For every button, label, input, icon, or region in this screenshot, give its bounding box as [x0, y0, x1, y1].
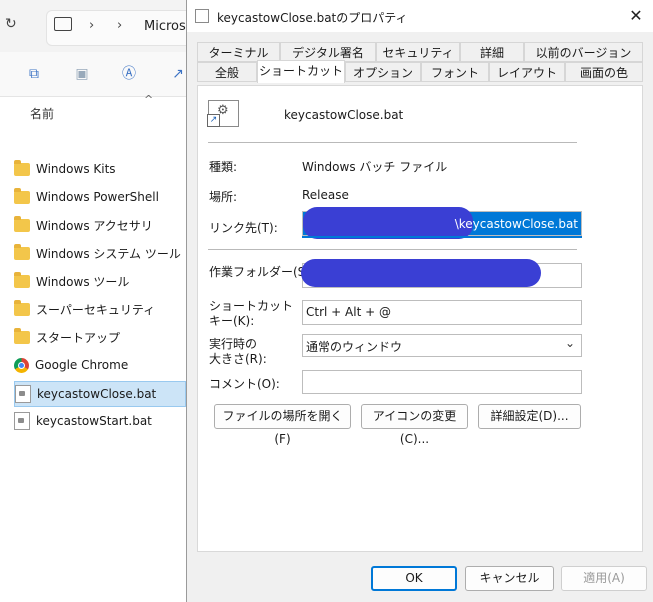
list-item[interactable]: Windows PowerShell [14, 185, 184, 209]
chevron-right-icon: › [89, 18, 95, 33]
run-size-value: 通常のウィンドウ [306, 340, 403, 354]
tab-layout[interactable]: レイアウト [489, 62, 565, 82]
tab-details[interactable]: 詳細 [460, 42, 524, 62]
list-item-label: keycastowClose.bat [37, 387, 157, 401]
separator [208, 249, 577, 250]
chrome-icon [14, 357, 29, 373]
list-item-label: Windows PowerShell [36, 190, 159, 204]
target-value: \keycastowClose.bat [454, 217, 578, 231]
list-item[interactable]: スタートアップ [14, 325, 184, 349]
location-value: Release [302, 188, 349, 202]
tab-colors[interactable]: 画面の色 [565, 62, 643, 82]
list-item[interactable]: Windows システム ツール [14, 241, 184, 265]
redaction-scribble [301, 259, 541, 287]
cancel-button[interactable]: キャンセル [465, 566, 554, 591]
tab-security[interactable]: セキュリティ [376, 42, 460, 62]
folder-icon [14, 159, 30, 176]
location-label: 場所: [209, 190, 238, 204]
chevron-down-icon: ⌄ [564, 336, 575, 350]
list-item[interactable]: Windows ツール [14, 269, 184, 293]
advanced-button[interactable]: 詳細設定(D)... [478, 404, 581, 429]
separator [208, 142, 577, 143]
rename-icon[interactable]: Ⓐ [121, 66, 137, 82]
run-size-select[interactable]: 通常のウィンドウ ⌄ [302, 334, 582, 357]
comment-input[interactable] [302, 370, 582, 394]
target-label: リンク先(T): [209, 221, 278, 235]
tab-shortcut[interactable]: ショートカット [257, 60, 345, 83]
target-input[interactable]: \keycastowClose.bat [302, 207, 582, 239]
change-icon-button[interactable]: アイコンの変更(C)... [361, 404, 468, 446]
hotkey-input[interactable]: Ctrl + Alt + @ [302, 300, 582, 325]
chevron-right-icon: › [117, 18, 123, 33]
paste-icon[interactable]: ▣ [74, 66, 90, 82]
list-item[interactable]: Windows アクセサリ [14, 213, 184, 237]
refresh-icon[interactable]: ↻ [5, 16, 17, 32]
list-item-label: Windows Kits [36, 162, 116, 176]
tab-previous-versions[interactable]: 以前のバージョン [524, 42, 643, 62]
comment-label: コメント(O): [209, 377, 280, 391]
list-item-label: Windows ツール [36, 274, 130, 289]
list-item-label: スタートアップ [36, 330, 121, 345]
apply-button[interactable]: 適用(A) [561, 566, 647, 591]
workdir-input[interactable] [301, 259, 582, 288]
focus-underline [302, 236, 582, 238]
explorer-titlebar: ↻ › Microsoft › [0, 0, 203, 52]
list-item[interactable]: Google Chrome [14, 353, 184, 377]
shortcut-arrow-icon: ↗ [207, 114, 220, 127]
folder-icon [14, 187, 30, 204]
share-icon[interactable]: ↗ [170, 66, 186, 82]
dialog-titlebar[interactable]: keycastowClose.batのプロパティ ✕ [187, 0, 653, 32]
folder-icon [14, 271, 30, 288]
redaction-scribble [303, 207, 473, 239]
bat-file-icon [14, 412, 30, 430]
ok-button[interactable]: OK [371, 566, 457, 591]
close-icon[interactable]: ✕ [623, 4, 649, 28]
folder-icon [14, 243, 30, 260]
file-name: keycastowClose.bat [284, 108, 404, 122]
address-bar[interactable]: › Microsoft › [46, 10, 203, 46]
list-item-label: Google Chrome [35, 358, 129, 372]
copy-icon[interactable]: ⧉ [26, 66, 42, 82]
shortcut-tab-panel: ⚙ ↗ keycastowClose.bat 種類: Windows バッチ フ… [197, 85, 643, 552]
tab-digital-signature[interactable]: デジタル署名 [280, 42, 376, 62]
tab-font[interactable]: フォント [421, 62, 489, 82]
properties-dialog: keycastowClose.batのプロパティ ✕ ターミナル デジタル署名 … [186, 0, 653, 602]
file-list: 名前 ^ Windows Kits Windows PowerShell Win… [0, 93, 186, 602]
bat-file-icon [195, 9, 209, 23]
folder-icon [14, 215, 30, 232]
type-label: 種類: [209, 160, 238, 174]
tab-options[interactable]: オプション [345, 62, 421, 82]
list-item-label: keycastowStart.bat [36, 414, 152, 428]
tab-general[interactable]: 全般 [197, 62, 257, 82]
open-file-location-button[interactable]: ファイルの場所を開く(F) [214, 404, 351, 446]
sort-chevron-icon: ^ [144, 93, 154, 106]
hotkey-label-line2: キー(K): [209, 314, 255, 328]
type-value: Windows バッチ ファイル [302, 160, 448, 174]
list-item-label: Windows アクセサリ [36, 218, 153, 233]
list-item-label: スーパーセキュリティ [36, 302, 156, 317]
column-header-name[interactable]: 名前 [30, 105, 54, 122]
folder-icon [14, 299, 30, 316]
tab-terminal[interactable]: ターミナル [197, 42, 280, 62]
run-size-label-line2: 大きさ(R): [209, 352, 267, 366]
dialog-title: keycastowClose.batのプロパティ [217, 11, 408, 25]
list-item-label: Windows システム ツール [36, 246, 181, 261]
folder-icon [14, 327, 30, 344]
shortcut-file-icon: ⚙ ↗ [207, 100, 239, 127]
list-item[interactable]: スーパーセキュリティ [14, 297, 184, 321]
bat-file-icon [15, 385, 31, 403]
workdir-label: 作業フォルダー(S): [209, 265, 315, 279]
list-item[interactable]: Windows Kits [14, 157, 184, 181]
hotkey-value: Ctrl + Alt + @ [306, 305, 391, 319]
list-item-selected[interactable]: keycastowClose.bat [14, 381, 186, 407]
computer-icon [54, 17, 72, 31]
list-item[interactable]: keycastowStart.bat [14, 409, 184, 433]
